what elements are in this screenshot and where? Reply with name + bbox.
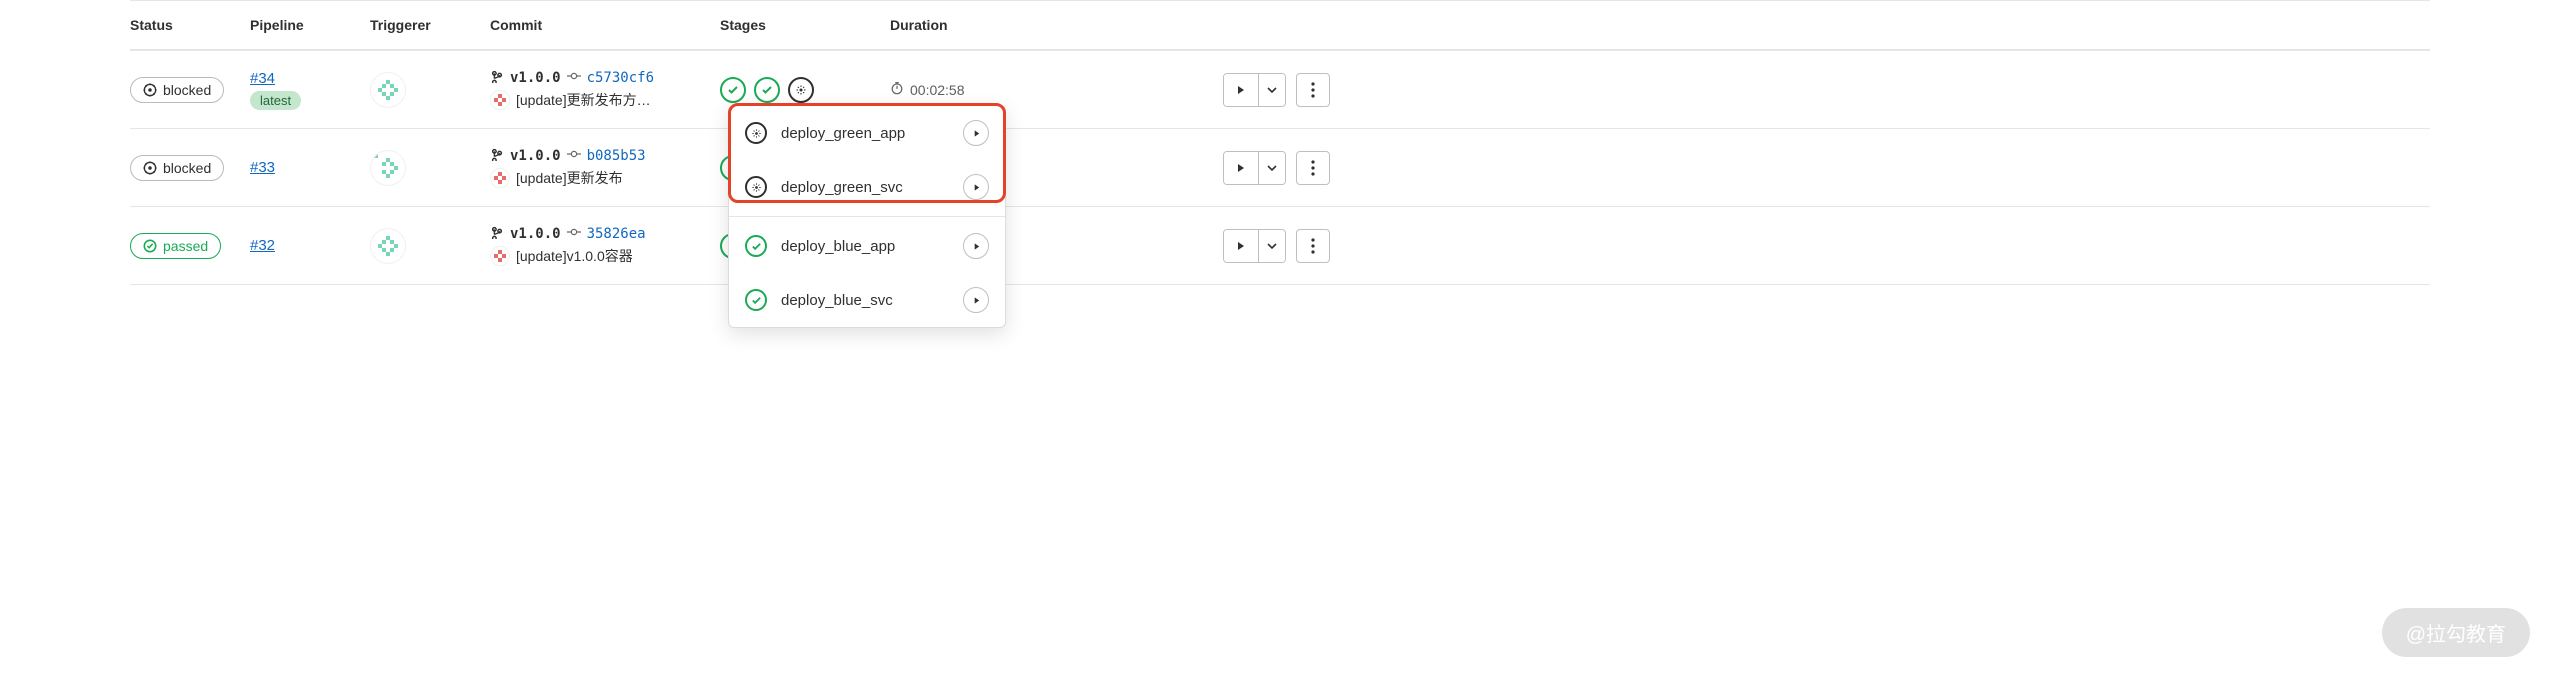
run-button[interactable]	[1224, 152, 1258, 184]
col-triggerer: Triggerer	[370, 17, 490, 33]
gear-icon	[143, 83, 157, 97]
avatar[interactable]	[370, 150, 406, 186]
latest-badge: latest	[250, 91, 301, 110]
play-button[interactable]	[963, 120, 989, 146]
commit-message[interactable]: [update]更新发布	[516, 168, 623, 188]
commit-icon	[567, 147, 581, 164]
status-label: blocked	[163, 160, 211, 176]
run-dropdown[interactable]	[1258, 230, 1285, 262]
status-badge[interactable]: passed	[130, 233, 221, 259]
status-badge[interactable]: blocked	[130, 77, 224, 103]
gear-icon	[745, 122, 767, 144]
pipeline-link[interactable]: #33	[250, 159, 275, 176]
pipelines-table: Status Pipeline Triggerer Commit Stages …	[130, 0, 2430, 285]
pipeline-link[interactable]: #34	[250, 70, 275, 87]
job-item[interactable]: deploy_blue_app	[729, 219, 1005, 273]
play-button[interactable]	[963, 174, 989, 200]
check-icon	[745, 235, 767, 257]
pipeline-link[interactable]: #32	[250, 237, 275, 254]
commit-icon	[567, 69, 581, 86]
avatar[interactable]	[490, 168, 510, 188]
play-button[interactable]	[963, 287, 989, 313]
more-menu[interactable]	[1296, 229, 1330, 263]
status-badge[interactable]: blocked	[130, 155, 224, 181]
col-commit: Commit	[490, 17, 720, 33]
watermark: @拉勾教育	[2382, 608, 2530, 657]
avatar[interactable]	[370, 228, 406, 264]
job-label: deploy_green_app	[781, 125, 949, 142]
stage-icon[interactable]	[720, 77, 746, 103]
table-row: passed #32 v1.0.0 35826ea	[130, 206, 2430, 285]
run-button[interactable]	[1224, 230, 1258, 262]
branch-name[interactable]: v1.0.0	[510, 148, 561, 164]
table-header: Status Pipeline Triggerer Commit Stages …	[130, 0, 2430, 50]
commit-hash[interactable]: c5730cf6	[587, 70, 654, 86]
job-item[interactable]: deploy_green_app	[729, 106, 1005, 160]
commit-hash[interactable]: 35826ea	[587, 226, 646, 242]
branch-icon	[490, 69, 504, 86]
more-menu[interactable]	[1296, 73, 1330, 107]
avatar[interactable]	[490, 90, 510, 110]
col-pipeline: Pipeline	[250, 17, 370, 33]
gear-icon	[745, 176, 767, 198]
divider	[729, 216, 1005, 217]
table-row: blocked #33 v1.0.0 b085b53	[130, 128, 2430, 206]
run-button[interactable]	[1224, 74, 1258, 106]
stage-icon[interactable]	[754, 77, 780, 103]
stage-icon[interactable]	[788, 77, 814, 103]
check-icon	[143, 239, 157, 253]
run-button-group	[1223, 229, 1286, 263]
run-dropdown[interactable]	[1258, 74, 1285, 106]
run-dropdown[interactable]	[1258, 152, 1285, 184]
stages	[720, 77, 814, 103]
table-row: blocked #34 latest v1.0.0 c5730cf6	[130, 50, 2430, 128]
commit-message[interactable]: [update]更新发布方…	[516, 90, 651, 110]
status-label: blocked	[163, 82, 211, 98]
job-item[interactable]: deploy_blue_svc	[729, 273, 1005, 327]
job-item[interactable]: deploy_green_svc	[729, 160, 1005, 214]
commit-message[interactable]: [update]v1.0.0容器	[516, 246, 633, 266]
col-status: Status	[130, 17, 250, 33]
col-stages: Stages	[720, 17, 890, 33]
run-button-group	[1223, 151, 1286, 185]
job-label: deploy_blue_app	[781, 238, 949, 255]
gear-icon	[143, 161, 157, 175]
avatar[interactable]	[490, 246, 510, 266]
branch-name[interactable]: v1.0.0	[510, 70, 561, 86]
check-icon	[745, 289, 767, 311]
stage-jobs-popover: deploy_green_app deploy_green_svc deploy…	[728, 105, 1006, 328]
branch-icon	[490, 147, 504, 164]
avatar[interactable]	[370, 72, 406, 108]
run-button-group	[1223, 73, 1286, 107]
stopwatch-icon	[890, 81, 904, 98]
job-label: deploy_green_svc	[781, 179, 949, 196]
col-duration: Duration	[890, 17, 1170, 33]
more-menu[interactable]	[1296, 151, 1330, 185]
job-label: deploy_blue_svc	[781, 292, 949, 309]
play-button[interactable]	[963, 233, 989, 259]
commit-icon	[567, 225, 581, 242]
status-label: passed	[163, 238, 208, 254]
branch-name[interactable]: v1.0.0	[510, 226, 561, 242]
duration-text: 00:02:58	[910, 82, 965, 98]
commit-hash[interactable]: b085b53	[587, 148, 646, 164]
branch-icon	[490, 225, 504, 242]
